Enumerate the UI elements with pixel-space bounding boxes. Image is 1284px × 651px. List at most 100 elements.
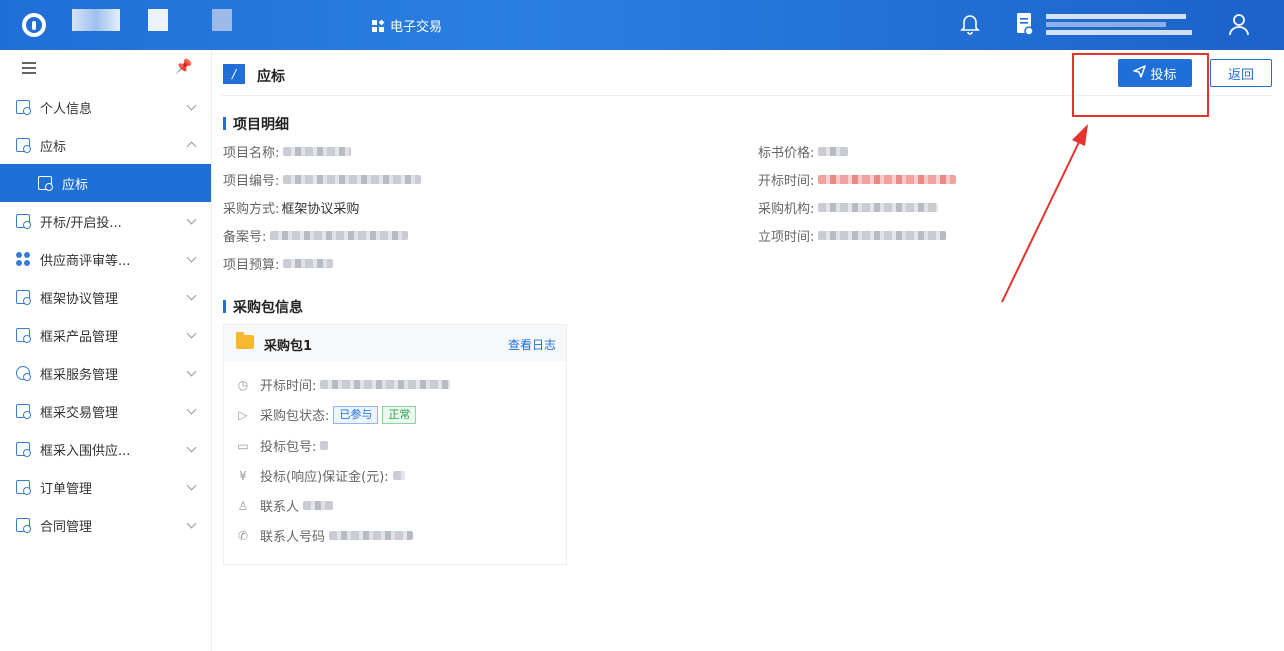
sidebar-item-framework-trading[interactable]: 框采交易管理: [0, 392, 211, 430]
section-title-package: 采购包信息: [223, 297, 303, 317]
module-label: 电子交易: [390, 20, 443, 35]
logo-icon[interactable]: [22, 13, 46, 37]
bell-icon[interactable]: [960, 13, 980, 35]
grid-icon: [372, 19, 385, 32]
package-contact: ♙ 联系人: [236, 496, 334, 515]
trading-icon: [16, 404, 31, 419]
section-title-project: 项目明细: [223, 114, 289, 134]
field-setup-time: 立项时间:: [758, 226, 947, 245]
chevron-down-icon: [186, 252, 197, 263]
agreement-icon: [16, 290, 31, 305]
chevron-down-icon: [186, 214, 197, 225]
package-open-time: ◷ 开标时间:: [236, 375, 451, 394]
sidebar-item-label: 开标/开启投...: [40, 215, 122, 231]
module-switcher[interactable]: 电子交易: [372, 16, 442, 35]
send-icon: [1133, 64, 1147, 82]
view-log-link[interactable]: 查看日志: [508, 336, 556, 353]
sidebar-item-framework-products[interactable]: 框采产品管理: [0, 316, 211, 354]
sidebar-item-framework-services[interactable]: 框采服务管理: [0, 354, 211, 392]
chevron-down-icon: [186, 100, 197, 111]
field-project-number: 项目编号:: [223, 170, 422, 189]
sidebar-item-label: 框采服务管理: [40, 367, 119, 383]
package-deposit: ¥ 投标(响应)保证金(元):: [236, 466, 405, 485]
top-navbar: 电子交易: [0, 0, 1284, 50]
chevron-up-icon: [186, 141, 197, 152]
sidebar-item-framework-agreement[interactable]: 框架协议管理: [0, 278, 211, 316]
product-icon: [16, 328, 31, 343]
back-button[interactable]: 返回: [1210, 59, 1272, 87]
package-contact-phone: ✆ 联系人号码: [236, 526, 414, 545]
send-outline-icon: ▷: [238, 407, 248, 422]
chevron-down-icon: [186, 366, 197, 377]
sidebar-header: 📌: [0, 50, 211, 88]
chevron-down-icon: [186, 404, 197, 415]
apps-icon: [16, 252, 30, 266]
sidebar-item-label: 订单管理: [40, 481, 93, 497]
folder-outline-icon: ▭: [237, 438, 249, 453]
field-record-number: 备案号:: [223, 226, 409, 245]
sidebar-item-label: 供应商评审等...: [40, 253, 131, 269]
package-card-header: 采购包1 查看日志: [224, 325, 566, 361]
package-card: 采购包1 查看日志 ◷ 开标时间: ▷ 采购包状态: 已参与 正常 ▭ 投标包号…: [223, 324, 567, 565]
edit-icon: /: [223, 64, 245, 84]
order-icon: [16, 480, 31, 495]
chevron-down-icon: [186, 442, 197, 453]
sidebar-item-label: 应标: [40, 139, 67, 155]
page-title: 应标: [257, 69, 285, 85]
redacted-title-block: [72, 9, 120, 31]
redacted-title-block: [148, 9, 168, 31]
phone-icon: ✆: [237, 528, 249, 543]
user-icon[interactable]: [1228, 12, 1250, 36]
service-icon: [16, 366, 31, 381]
contract-icon: [16, 518, 31, 533]
status-badge-participated: 已参与: [333, 405, 379, 424]
sidebar-item-label: 应标: [62, 177, 89, 193]
package-number: ▭ 投标包号:: [236, 436, 329, 455]
sidebar-item-label: 框采产品管理: [40, 329, 119, 345]
money-icon: ¥: [239, 468, 247, 483]
field-project-budget: 项目预算:: [223, 254, 334, 273]
person-icon: ♙: [237, 498, 249, 513]
clock-icon: ◷: [237, 377, 249, 392]
field-document-price: 标书价格:: [758, 142, 849, 161]
sidebar-item-bid-opening[interactable]: 开标/开启投...: [0, 202, 211, 240]
field-opening-time: 开标时间:: [758, 170, 957, 189]
sidebar: 📌 个人信息 应标 应标 开标/开启投... 供应商评审等... 框架协议管理 …: [0, 50, 212, 651]
sidebar-subitem-bidding[interactable]: 应标: [0, 164, 211, 202]
profile-icon: [16, 100, 31, 115]
sidebar-item-label: 框采入围供应...: [40, 443, 131, 459]
redacted-user-info: [1046, 12, 1196, 38]
menu-toggle-icon[interactable]: [22, 62, 36, 74]
sidebar-item-framework-suppliers[interactable]: 框采入围供应...: [0, 430, 211, 468]
main-content: / 应标 投标 返回 项目明细 项目名称: 项目编号: 采购方式: 框架协议采购 …: [212, 50, 1284, 651]
sidebar-item-label: 框架协议管理: [40, 291, 119, 307]
field-procurement-agency: 采购机构:: [758, 198, 939, 217]
bid-button[interactable]: 投标: [1118, 59, 1192, 87]
opening-icon: [16, 214, 31, 229]
chevron-down-icon: [186, 480, 197, 491]
sidebar-item-bidding[interactable]: 应标: [0, 126, 211, 164]
redacted-title-block: [212, 9, 232, 31]
field-procurement-method: 采购方式: 框架协议采购: [223, 202, 360, 217]
pin-icon[interactable]: 📌: [175, 59, 192, 75]
bid-button-label: 投标: [1150, 67, 1177, 83]
field-project-name: 项目名称:: [223, 142, 352, 161]
sidebar-item-orders[interactable]: 订单管理: [0, 468, 211, 506]
sidebar-item-personal-info[interactable]: 个人信息: [0, 88, 211, 126]
sidebar-item-supplier-review[interactable]: 供应商评审等...: [0, 240, 211, 278]
status-badge-normal: 正常: [382, 405, 417, 424]
sidebar-item-label: 个人信息: [40, 101, 93, 117]
chevron-down-icon: [186, 518, 197, 529]
bid-icon: [38, 176, 53, 191]
sidebar-item-label: 合同管理: [40, 519, 93, 535]
sidebar-item-label: 框采交易管理: [40, 405, 119, 421]
package-status: ▷ 采购包状态: 已参与 正常: [236, 405, 417, 424]
sidebar-item-contracts[interactable]: 合同管理: [0, 506, 211, 544]
chevron-down-icon: [186, 290, 197, 301]
document-icon[interactable]: [1016, 12, 1034, 36]
chevron-down-icon: [186, 328, 197, 339]
bid-icon: [16, 138, 31, 153]
package-card-title: 采购包1: [264, 339, 313, 354]
supplier-icon: [16, 442, 31, 457]
folder-icon: [236, 332, 254, 349]
